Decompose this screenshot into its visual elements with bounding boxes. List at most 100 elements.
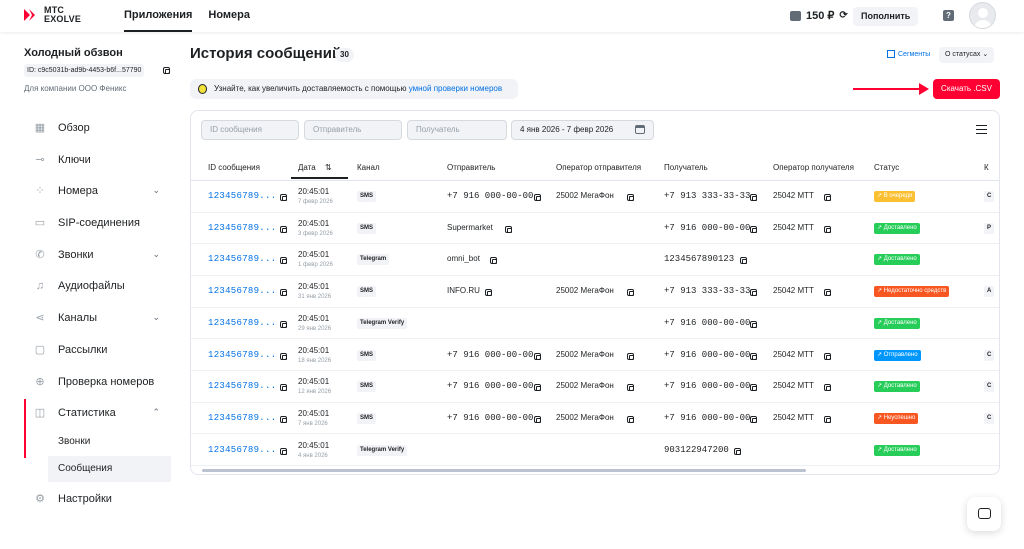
id-filter-input[interactable]: ID сообщения xyxy=(201,120,299,140)
help-icon[interactable]: ? xyxy=(943,10,954,21)
date-range-picker[interactable]: 4 янв 2026 - 7 февр 2026 xyxy=(511,120,654,140)
topup-button[interactable]: Пополнить xyxy=(853,7,919,26)
table-row: 123456789... 20:45:01 4 янв 2026 Telegram V… xyxy=(191,435,999,467)
copy-icon[interactable] xyxy=(280,225,287,233)
sidebar-item[interactable]: ▢ Рассылки xyxy=(24,335,174,365)
phone-icon: ✆ xyxy=(35,249,45,261)
top-nav-apps[interactable]: Приложения xyxy=(124,0,193,32)
channel-badge: SMS xyxy=(357,286,377,298)
sort-indicator xyxy=(291,177,348,179)
copy-icon[interactable] xyxy=(824,352,831,360)
message-id-link[interactable]: 123456789... xyxy=(208,223,276,233)
sidebar-item-label: Обзор xyxy=(58,122,90,134)
sidebar-item[interactable]: ✆ Звонки ⌄ xyxy=(24,240,174,270)
sidebar-item[interactable]: ⊸ Ключи xyxy=(24,145,174,175)
sidebar-item[interactable]: ▦ Обзор xyxy=(24,113,174,143)
copy-icon[interactable] xyxy=(824,289,831,297)
chevron-down-icon[interactable]: ⌄ xyxy=(152,185,160,196)
copy-icon[interactable] xyxy=(280,289,287,297)
copy-icon[interactable] xyxy=(490,257,497,265)
sidebar-item[interactable]: ▭ SIP-соединения xyxy=(24,208,174,238)
copy-icon[interactable] xyxy=(627,289,634,297)
sidebar-item-label: Номера xyxy=(58,185,98,197)
copy-icon[interactable] xyxy=(750,194,757,201)
sidebar-item[interactable]: ♫ Аудиофайлы xyxy=(24,271,174,301)
copy-icon[interactable] xyxy=(739,257,747,265)
copy-icon[interactable] xyxy=(627,194,634,201)
copy-icon[interactable] xyxy=(534,194,541,201)
copy-icon[interactable] xyxy=(750,384,757,392)
copy-icon[interactable] xyxy=(485,289,492,297)
dots-icon: ⁘ xyxy=(35,185,45,197)
copy-icon[interactable] xyxy=(280,320,287,328)
copy-icon[interactable] xyxy=(280,352,287,360)
copy-icon[interactable] xyxy=(734,447,742,455)
sidebar-item[interactable]: ⊕ Проверка номеров xyxy=(24,367,174,397)
message-id-link[interactable]: 123456789... xyxy=(208,191,276,201)
filter-settings-icon[interactable] xyxy=(976,125,987,135)
message-id-link[interactable]: 123456789... xyxy=(208,318,276,328)
copy-icon[interactable] xyxy=(534,384,541,392)
sidebar-subitem-calls[interactable]: Звонки xyxy=(48,429,171,455)
brand-name: МТС EXOLVE xyxy=(44,6,81,24)
column-header[interactable]: Дата xyxy=(298,163,316,172)
sender-filter-input[interactable]: Отправитель xyxy=(304,120,402,140)
copy-icon[interactable] xyxy=(280,384,287,392)
copy-icon[interactable] xyxy=(824,415,831,423)
table-row: 123456789... 20:45:01 1 февр 2026 Telegram o… xyxy=(191,244,999,276)
message-id-link[interactable]: 123456789... xyxy=(208,350,276,360)
sort-icon[interactable]: ⇅ xyxy=(325,163,332,172)
sidebar-item[interactable]: ⋖ Каналы ⌄ xyxy=(24,303,174,333)
copy-icon[interactable] xyxy=(534,352,541,360)
copy-icon[interactable] xyxy=(280,257,287,265)
sidebar-item[interactable]: ◫ Статистика ⌃ xyxy=(24,398,174,428)
top-nav: Приложения Номера xyxy=(124,0,266,32)
segments-link[interactable]: Сегменты xyxy=(887,50,930,58)
copy-icon[interactable] xyxy=(750,415,757,423)
download-csv-button[interactable]: Скачать .CSV xyxy=(933,79,1000,99)
refresh-icon[interactable]: ⟳ xyxy=(839,10,847,21)
banner-link[interactable]: умной проверки номеров xyxy=(409,84,502,93)
chevron-down-icon: ⌄ xyxy=(982,51,989,58)
top-nav-numbers[interactable]: Номера xyxy=(208,0,250,32)
support-chat-button[interactable] xyxy=(967,497,1001,531)
horizontal-scrollbar[interactable] xyxy=(202,469,806,472)
sidebar-item[interactable]: ⁘ Номера ⌄ xyxy=(24,176,174,206)
row-date: 1 февр 2026 xyxy=(298,262,333,269)
logo[interactable]: МТС EXOLVE xyxy=(24,6,81,24)
copy-icon[interactable] xyxy=(750,320,757,328)
message-id-link[interactable]: 123456789... xyxy=(208,286,276,296)
sender-operator: 25002 МегаФон xyxy=(556,381,614,391)
message-id-link[interactable]: 123456789... xyxy=(208,381,276,391)
sidebar-subitem-messages[interactable]: Сообщения xyxy=(48,456,171,482)
copy-icon[interactable] xyxy=(280,447,287,455)
copy-icon[interactable] xyxy=(824,194,831,201)
copy-icon[interactable] xyxy=(750,352,757,360)
chevron-down-icon[interactable]: ⌄ xyxy=(152,249,160,260)
copy-icon[interactable] xyxy=(627,415,634,423)
copy-icon[interactable] xyxy=(280,194,287,201)
messages-card: ID сообщения Отправитель Получатель 4 ян… xyxy=(190,110,1000,475)
copy-icon[interactable] xyxy=(824,225,831,233)
copy-icon[interactable] xyxy=(505,225,512,233)
message-id-link[interactable]: 123456789... xyxy=(208,254,276,264)
copy-icon[interactable] xyxy=(280,415,287,423)
copy-icon[interactable] xyxy=(824,384,831,392)
recipient-value: +7 916 000-00-00 xyxy=(664,381,751,392)
chevron-down-icon[interactable]: ⌄ xyxy=(152,312,160,323)
copy-icon[interactable] xyxy=(534,415,541,423)
message-id-link[interactable]: 123456789... xyxy=(208,413,276,423)
recipient-filter-input[interactable]: Получатель xyxy=(407,120,507,140)
copy-icon[interactable] xyxy=(627,384,634,392)
status-filter-dropdown[interactable]: О статусах ⌄ xyxy=(939,47,995,63)
message-id-link[interactable]: 123456789... xyxy=(208,445,276,455)
chevron-up-icon[interactable]: ⌃ xyxy=(152,407,160,418)
row-time: 20:45:01 xyxy=(298,440,330,450)
copy-icon[interactable] xyxy=(627,352,634,360)
avatar[interactable] xyxy=(969,2,996,29)
recipient-operator: 25042 МТТ xyxy=(773,222,814,232)
copy-icon[interactable] xyxy=(750,225,757,233)
sidebar-item[interactable]: ⚙ Настройки xyxy=(24,484,174,514)
copy-icon[interactable] xyxy=(750,289,757,297)
copy-id-icon[interactable] xyxy=(163,67,170,74)
